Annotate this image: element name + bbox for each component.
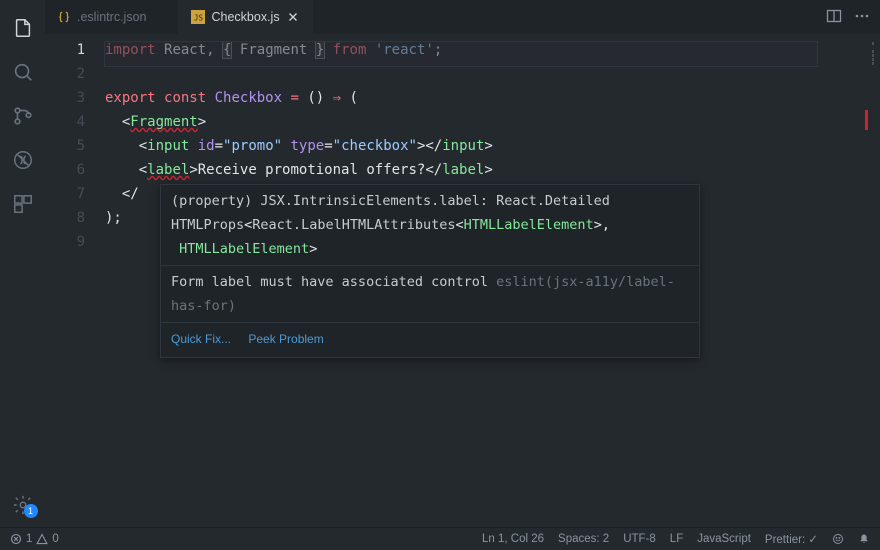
status-feedback-icon[interactable] <box>832 533 844 545</box>
status-encoding[interactable]: UTF-8 <box>623 533 656 545</box>
status-bell-icon[interactable] <box>858 533 870 545</box>
tab-label: .eslintrc.json <box>77 10 146 24</box>
status-indent[interactable]: Spaces: 2 <box>558 533 609 545</box>
code-line: export const Checkbox = () ⇒ ( <box>105 86 880 110</box>
status-cursor[interactable]: Ln 1, Col 26 <box>482 533 544 545</box>
tab-label: Checkbox.js <box>211 10 279 24</box>
quick-fix-link[interactable]: Quick Fix... <box>171 332 231 346</box>
tab-eslintrc[interactable]: .eslintrc.json × <box>45 0 179 34</box>
minimap[interactable] <box>866 38 880 527</box>
status-prettier[interactable]: Prettier: ✓ <box>765 532 818 546</box>
extensions-icon[interactable] <box>0 182 45 226</box>
hover-signature: (property) JSX.IntrinsicElements.label: … <box>161 185 699 265</box>
tab-bar: .eslintrc.json × JS Checkbox.js <box>45 0 880 34</box>
source-control-icon[interactable] <box>0 94 45 138</box>
status-language[interactable]: JavaScript <box>697 533 751 545</box>
status-bar: 1 0 Ln 1, Col 26 Spaces: 2 UTF-8 LF Java… <box>0 527 880 550</box>
code-line: <input id="promo" type="checkbox"></inpu… <box>105 134 880 158</box>
hover-widget: (property) JSX.IntrinsicElements.label: … <box>160 184 700 358</box>
close-icon[interactable] <box>286 10 300 24</box>
settings-badge: 1 <box>24 504 38 518</box>
search-icon[interactable] <box>0 50 45 94</box>
more-actions-icon[interactable] <box>854 8 870 27</box>
js-file-icon: JS <box>191 10 205 24</box>
code-line: <label>Receive promotional offers?</labe… <box>105 158 880 182</box>
json-file-icon <box>57 10 71 24</box>
hover-actions: Quick Fix... Peek Problem <box>161 322 699 357</box>
split-editor-icon[interactable] <box>826 8 842 27</box>
activity-bar: 1 <box>0 0 45 527</box>
status-eol[interactable]: LF <box>670 533 683 545</box>
code-line: <Fragment> <box>105 110 880 134</box>
status-problems[interactable]: 1 0 <box>10 533 59 545</box>
no-bug-icon[interactable] <box>0 138 45 182</box>
settings-gear-icon[interactable]: 1 <box>0 483 45 527</box>
line-gutter: 123456789 <box>45 38 105 527</box>
hover-diagnostic: Form label must have associated control … <box>161 265 699 322</box>
peek-problem-link[interactable]: Peek Problem <box>248 332 323 346</box>
svg-text:JS: JS <box>194 14 204 23</box>
tab-checkbox-js[interactable]: JS Checkbox.js <box>179 0 312 34</box>
explorer-icon[interactable] <box>0 6 45 50</box>
